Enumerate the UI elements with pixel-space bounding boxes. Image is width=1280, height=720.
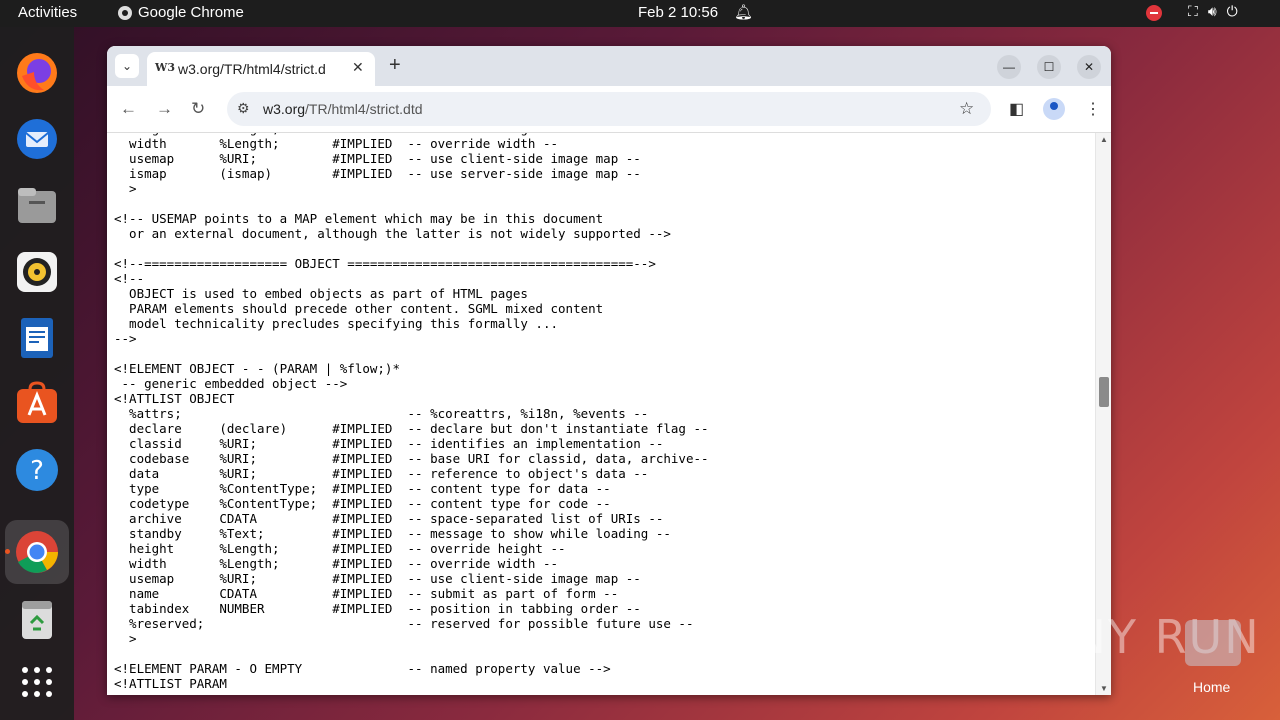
libreoffice-writer-icon[interactable] xyxy=(14,315,60,361)
app-menu-label: Google Chrome xyxy=(138,4,244,21)
firefox-icon[interactable] xyxy=(14,50,60,96)
power-icon: ⏻ xyxy=(1226,3,1238,19)
bookmark-star-icon[interactable]: ☆ xyxy=(959,99,974,119)
tab-title: w3.org/TR/html4/strict.d xyxy=(178,61,326,77)
help-icon[interactable]: ? xyxy=(14,447,60,493)
dtd-source-text: height %Length; #IMPLIED -- override hei… xyxy=(114,133,709,691)
url-text[interactable]: w3.org/TR/html4/strict.dtd xyxy=(263,101,423,117)
thunderbird-icon[interactable] xyxy=(14,116,60,162)
close-tab-icon[interactable]: ✕ xyxy=(352,59,364,76)
activities-button[interactable]: Activities xyxy=(18,4,77,21)
files-icon[interactable] xyxy=(14,183,60,229)
running-indicator xyxy=(5,549,10,554)
home-folder-icon[interactable] xyxy=(1185,620,1241,666)
url-path: /TR/html4/strict.dtd xyxy=(305,101,423,117)
tab-strip: ⌄ W3 w3.org/TR/html4/strict.d ✕ + — ☐ ✕ xyxy=(107,46,1111,86)
chrome-window: ⌄ W3 w3.org/TR/html4/strict.d ✕ + — ☐ ✕ … xyxy=(107,46,1111,695)
scroll-down-arrow-icon[interactable]: ▼ xyxy=(1100,684,1108,693)
side-panel-icon[interactable]: ◧ xyxy=(1009,99,1024,119)
dock: ? xyxy=(0,27,74,720)
trash-icon[interactable] xyxy=(14,597,60,643)
new-tab-button[interactable]: + xyxy=(389,54,401,77)
page-content: height %Length; #IMPLIED -- override hei… xyxy=(107,133,1095,695)
maximize-button[interactable]: ☐ xyxy=(1037,55,1061,79)
bell-icon: 🔔︎ xyxy=(734,4,754,21)
menu-kebab-icon[interactable]: ⋮ xyxy=(1085,99,1101,119)
profile-avatar-icon[interactable] xyxy=(1043,98,1065,120)
reload-icon[interactable]: ↻ xyxy=(191,99,205,119)
back-icon[interactable]: ← xyxy=(120,99,137,119)
system-tray[interactable]: ⛶ 🔊︎ ⏻ xyxy=(1188,3,1238,20)
browser-toolbar: ← → ↻ ⚙ w3.org/TR/html4/strict.dtd ☆ ◧ ⋮ xyxy=(107,86,1111,133)
top-bar: Activities Google Chrome Feb 2 10:56 🔔︎ … xyxy=(0,0,1280,27)
chrome-icon[interactable] xyxy=(14,529,60,575)
rhythmbox-icon[interactable] xyxy=(14,249,60,295)
tab-search-button[interactable]: ⌄ xyxy=(115,54,139,78)
close-window-button[interactable]: ✕ xyxy=(1077,55,1101,79)
address-bar[interactable]: ⚙ w3.org/TR/html4/strict.dtd ☆ xyxy=(227,92,991,126)
home-folder-label: Home xyxy=(1193,679,1231,695)
volume-icon: 🔊︎ xyxy=(1207,3,1217,19)
app-menu[interactable]: Google Chrome xyxy=(118,4,244,21)
url-host: w3.org xyxy=(263,101,306,117)
scrollbar-thumb[interactable] xyxy=(1099,377,1109,407)
network-icon: ⛶ xyxy=(1188,3,1198,19)
scroll-up-arrow-icon[interactable]: ▲ xyxy=(1100,135,1108,144)
clock[interactable]: Feb 2 10:56 xyxy=(638,4,718,21)
site-info-icon[interactable]: ⚙ xyxy=(237,100,250,117)
forward-icon[interactable]: → xyxy=(156,99,173,119)
screen-recording-icon[interactable] xyxy=(1146,5,1162,21)
tab-active[interactable]: W3 w3.org/TR/html4/strict.d ✕ xyxy=(147,52,375,86)
show-apps-icon[interactable] xyxy=(14,659,60,705)
w3c-favicon-icon: W3 xyxy=(155,61,176,74)
svg-text:?: ? xyxy=(30,456,44,486)
chrome-small-icon xyxy=(118,5,132,20)
app-center-icon[interactable] xyxy=(14,381,60,427)
minimize-button[interactable]: — xyxy=(997,55,1021,79)
